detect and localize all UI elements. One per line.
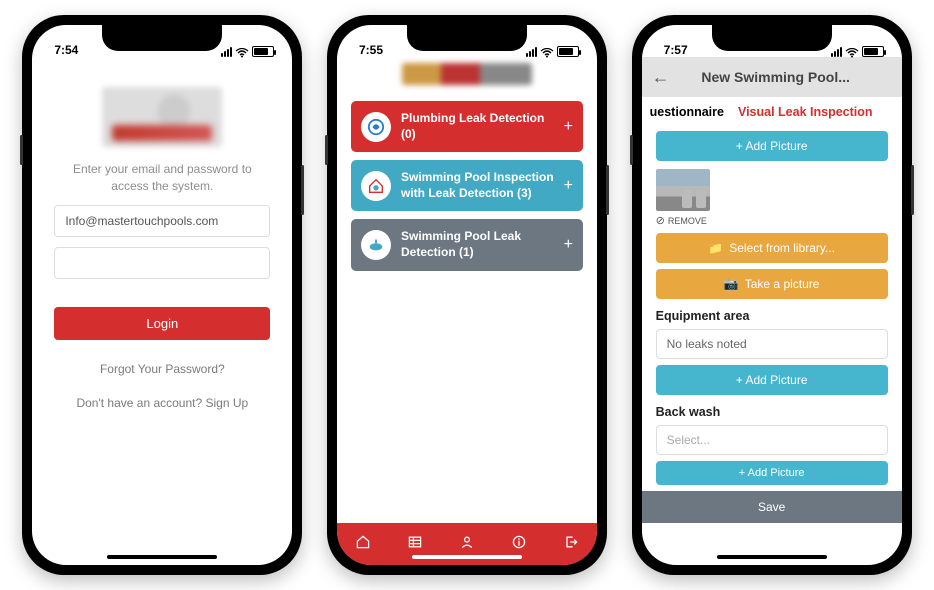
remove-photo-button[interactable]: ⊘ REMOVE [656,214,888,227]
app-logo [402,63,532,85]
tab-bar: uestionnaire Visual Leak Inspection [642,97,902,125]
remove-icon: ⊘ [656,214,665,227]
category-label: Plumbing Leak Detection (0) [401,111,558,142]
page-title: New Swimming Pool... [701,69,870,85]
clock: 7:55 [359,43,383,57]
page-header: ← New Swimming Pool... [642,57,902,97]
battery-icon [862,46,884,57]
section-back-wash: Back wash [656,405,888,419]
home-indicator[interactable] [412,555,522,559]
phone-1: 7:54 Enter your email and password to ac… [22,15,302,575]
battery-icon [557,46,579,57]
equipment-area-input[interactable]: No leaks noted [656,329,888,359]
notch [407,25,527,51]
signup-link[interactable]: Don't have an account? Sign Up [32,396,292,410]
tab-questionnaire[interactable]: uestionnaire [650,105,724,119]
take-picture-button[interactable]: 📷 Take a picture [656,269,888,299]
save-button[interactable]: Save [642,491,902,523]
plus-icon[interactable]: + [558,177,573,195]
nav-home-icon[interactable] [355,534,371,555]
phone-3: 7:57 ← New Swimming Pool... uestionnaire… [632,15,912,575]
nav-profile-icon[interactable] [459,534,475,555]
add-picture-backwash-button[interactable]: + Add Picture [656,461,888,485]
category-label: Swimming Pool Leak Detection (1) [401,229,558,260]
plumbing-icon [361,112,391,142]
notch [102,25,222,51]
home-indicator[interactable] [107,555,217,559]
plus-icon[interactable]: + [558,118,573,136]
wifi-icon [540,47,554,57]
password-field[interactable] [54,247,270,279]
select-library-button[interactable]: 📁 Select from library... [656,233,888,263]
login-instructions: Enter your email and password to access … [32,161,292,195]
cellular-icon [221,47,232,57]
plus-icon[interactable]: + [558,236,573,254]
back-wash-select[interactable]: Select... [656,425,888,455]
nav-logout-icon[interactable] [563,534,579,555]
house-pool-icon [361,171,391,201]
phone-2: 7:55 Plumbing Leak Detection (0) + Swimm… [327,15,607,575]
back-button[interactable]: ← [652,67,670,88]
photo-thumbnail[interactable] [656,169,710,211]
cellular-icon [831,47,842,57]
forgot-password-link[interactable]: Forgot Your Password? [32,362,292,376]
camera-icon: 📷 [724,277,739,291]
notch [712,25,832,51]
folder-icon: 📁 [708,241,723,255]
category-label: Swimming Pool Inspection with Leak Detec… [401,170,558,201]
tab-visual-leak[interactable]: Visual Leak Inspection [738,105,873,119]
nav-list-icon[interactable] [407,534,423,555]
app-logo [102,87,222,147]
clock: 7:57 [664,43,688,57]
battery-icon [252,46,274,57]
category-pool-leak[interactable]: Swimming Pool Leak Detection (1) + [351,219,583,270]
email-field[interactable]: Info@mastertouchpools.com [54,205,270,237]
nav-info-icon[interactable] [511,534,527,555]
section-equipment-area: Equipment area [656,309,888,323]
add-picture-button[interactable]: + Add Picture [656,131,888,161]
wifi-icon [845,47,859,57]
login-button[interactable]: Login [54,307,270,340]
category-plumbing[interactable]: Plumbing Leak Detection (0) + [351,101,583,152]
cellular-icon [526,47,537,57]
category-pool-inspection[interactable]: Swimming Pool Inspection with Leak Detec… [351,160,583,211]
home-indicator[interactable] [717,555,827,559]
pool-leak-icon [361,230,391,260]
clock: 7:54 [54,43,78,57]
wifi-icon [235,47,249,57]
add-picture-equipment-button[interactable]: + Add Picture [656,365,888,395]
